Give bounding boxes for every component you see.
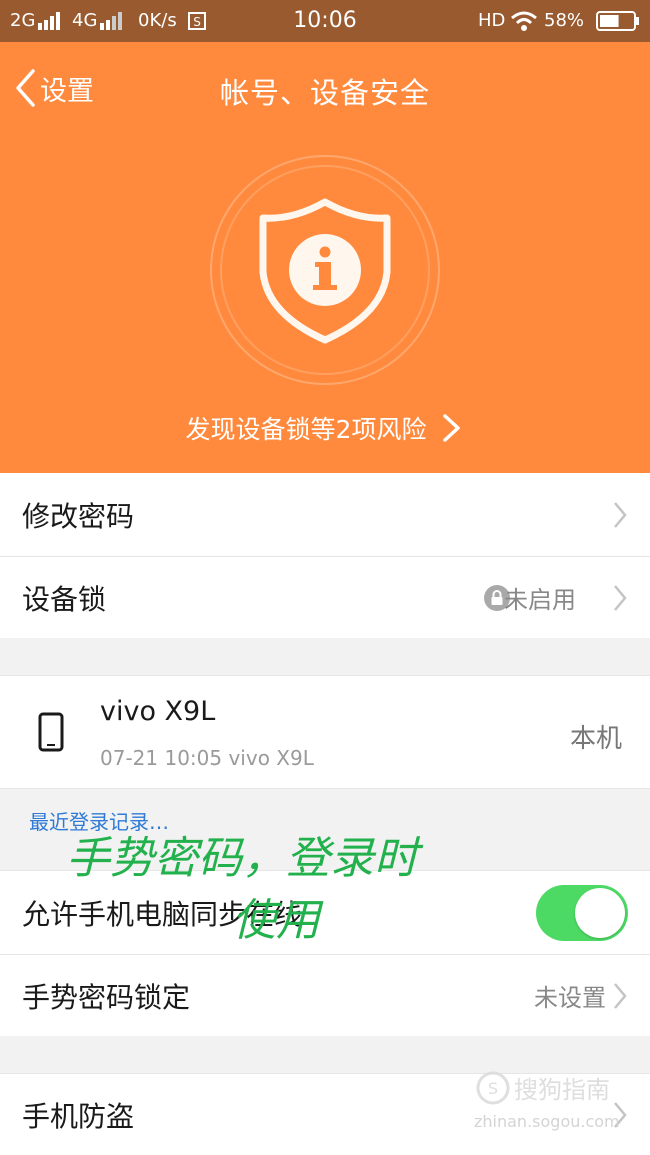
- device-lock-status: 未启用: [504, 586, 576, 614]
- change-password-label: 修改密码: [22, 499, 135, 533]
- phone-icon: [38, 712, 64, 752]
- chevron-right-icon: [614, 501, 627, 528]
- security-header: 设置 帐号、设备安全 发现设备锁等2项风险: [0, 42, 650, 473]
- gesture-lock-row[interactable]: 手势密码锁定 未设置: [0, 955, 650, 1036]
- shield-info-icon: [209, 154, 441, 386]
- page-title: 帐号、设备安全: [219, 76, 430, 110]
- change-password-row[interactable]: 修改密码: [0, 473, 650, 556]
- battery-percent: 58%: [544, 10, 585, 31]
- svg-text:S: S: [488, 1079, 498, 1098]
- battery-icon: [596, 11, 639, 31]
- chevron-right-icon: [614, 584, 627, 611]
- watermark: S 搜狗指南: [476, 1070, 610, 1105]
- handwritten-note-line1: 手势密码，登录时: [66, 833, 418, 884]
- device-last-login: 07-21 10:05 vivo X9L: [100, 746, 314, 770]
- device-lock-label: 设备锁: [22, 582, 107, 616]
- watermark-url: zhinan.sogou.com: [474, 1112, 620, 1131]
- handwritten-note-line2: 使用: [232, 895, 320, 946]
- gesture-lock-status: 未设置: [534, 984, 606, 1012]
- sogou-logo-icon: S: [476, 1071, 510, 1104]
- anti-theft-label: 手机防盗: [22, 1099, 135, 1133]
- device-row[interactable]: vivo X9L 07-21 10:05 vivo X9L 本机: [0, 676, 650, 788]
- divider: [0, 788, 650, 789]
- chevron-right-icon: [614, 982, 627, 1009]
- watermark-brand: 搜狗指南: [514, 1076, 610, 1104]
- toggle-knob: [575, 888, 625, 938]
- status-bar: 2G 4G 0K/s S 10:06 HD 58%: [0, 0, 650, 42]
- gesture-lock-label: 手势密码锁定: [22, 980, 191, 1014]
- wifi-icon: [511, 11, 537, 31]
- risk-alert-link[interactable]: 发现设备锁等2项风险: [0, 410, 650, 446]
- device-this-phone: 本机: [569, 724, 622, 754]
- chevron-right-icon: [443, 414, 461, 442]
- hd-indicator: HD: [478, 10, 506, 31]
- sync-online-toggle[interactable]: [536, 885, 628, 941]
- risk-text: 发现设备锁等2项风险: [185, 415, 427, 444]
- device-lock-row[interactable]: 设备锁 未启用: [0, 557, 650, 638]
- device-name: vivo X9L: [100, 696, 216, 727]
